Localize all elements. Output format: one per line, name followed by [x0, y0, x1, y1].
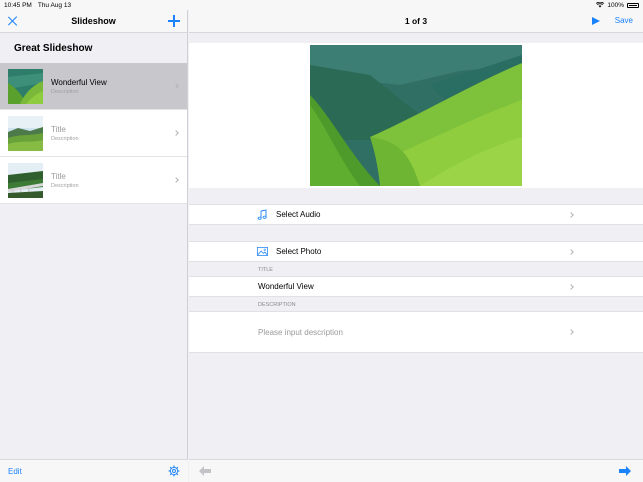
chevron-right-icon	[173, 177, 179, 183]
sidebar-nav-bar: Slideshow	[0, 10, 187, 33]
slide-item-1[interactable]: Wonderful View Description	[0, 63, 187, 110]
slide-title: Title	[51, 171, 66, 181]
slide-description: Description	[51, 88, 79, 95]
detail-pane: 1 of 3 Save Select Audio Select Photo TI…	[189, 10, 643, 482]
music-note-icon	[257, 209, 267, 220]
arrow-left-icon[interactable]	[199, 466, 211, 476]
detail-nav-bar: 1 of 3 Save	[189, 10, 643, 33]
save-button[interactable]: Save	[615, 16, 633, 25]
slide-photo[interactable]	[310, 45, 522, 186]
close-icon[interactable]	[7, 15, 19, 27]
select-photo-row[interactable]: Select Photo	[189, 241, 643, 262]
select-audio-label: Select Audio	[276, 210, 321, 219]
detail-toolbar	[189, 459, 643, 482]
slide-thumbnail-2	[8, 115, 43, 151]
edit-button[interactable]: Edit	[8, 467, 22, 476]
sidebar-toolbar: Edit	[0, 459, 188, 482]
select-audio-row[interactable]: Select Audio	[189, 204, 643, 225]
title-value: Wonderful View	[258, 282, 314, 291]
slideshow-name: Great Slideshow	[14, 42, 93, 54]
wifi-icon	[596, 2, 605, 8]
sidebar-title: Slideshow	[71, 16, 116, 26]
battery-icon	[627, 2, 639, 8]
chevron-right-icon	[568, 248, 574, 255]
photo-icon	[257, 247, 268, 256]
arrow-right-icon[interactable]	[619, 466, 631, 476]
description-section-label: DESCRIPTION	[258, 302, 296, 308]
chevron-right-icon	[568, 329, 574, 335]
select-photo-label: Select Photo	[276, 247, 322, 256]
plus-icon[interactable]	[168, 15, 180, 27]
chevron-right-icon	[568, 211, 574, 218]
slide-title: Title	[51, 124, 66, 134]
status-date: Thu Aug 13	[37, 1, 72, 9]
chevron-right-icon	[173, 130, 179, 136]
page-indicator: 1 of 3	[404, 16, 428, 26]
description-row[interactable]: Please input description	[189, 311, 643, 353]
slide-description: Description	[51, 135, 79, 142]
slide-thumbnail-3	[8, 162, 43, 198]
slide-list: Wonderful View Description Title Descrip…	[0, 63, 187, 204]
chevron-right-icon	[173, 83, 179, 89]
description-placeholder: Please input description	[258, 327, 343, 337]
play-icon[interactable]	[592, 17, 600, 25]
title-section-label: TITLE	[258, 267, 273, 273]
battery-percent: 100%	[607, 1, 624, 9]
title-row[interactable]: Wonderful View	[189, 276, 643, 297]
slide-item-2[interactable]: Title Description	[0, 110, 187, 157]
slide-thumbnail-1	[8, 68, 43, 104]
status-bar: 10:45 PM Thu Aug 13 100%	[0, 0, 643, 10]
gear-icon[interactable]	[168, 465, 180, 477]
slide-description: Description	[51, 182, 79, 189]
sidebar: Slideshow Great Slideshow Wonderful View…	[0, 10, 188, 482]
slide-title: Wonderful View	[51, 77, 107, 87]
status-time: 10:45 PM	[4, 1, 32, 9]
slide-item-3[interactable]: Title Description	[0, 157, 187, 204]
photo-preview-area	[189, 43, 643, 188]
chevron-right-icon	[568, 283, 574, 290]
